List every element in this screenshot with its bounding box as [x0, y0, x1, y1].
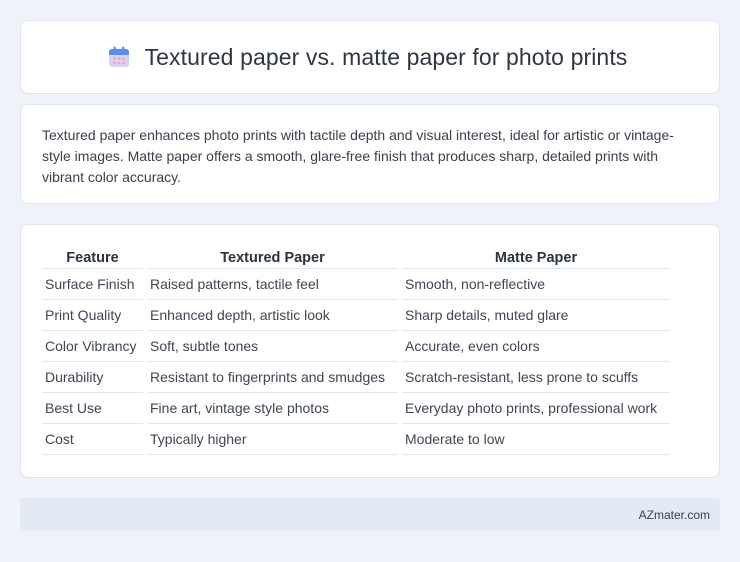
- textured-cell: Enhanced depth, artistic look: [147, 300, 398, 331]
- comparison-table: Feature Textured Paper Matte Paper Surfa…: [38, 245, 674, 455]
- textured-cell: Soft, subtle tones: [147, 331, 398, 362]
- table-row: Cost Typically higher Moderate to low: [42, 424, 670, 455]
- summary-text: Textured paper enhances photo prints wit…: [42, 127, 674, 185]
- matte-cell: Moderate to low: [402, 424, 670, 455]
- textured-cell: Fine art, vintage style photos: [147, 393, 398, 424]
- feature-cell: Color Vibrancy: [42, 331, 143, 362]
- matte-cell: Scratch-resistant, less prone to scuffs: [402, 362, 670, 393]
- matte-cell: Smooth, non-reflective: [402, 269, 670, 300]
- feature-cell: Cost: [42, 424, 143, 455]
- table-row: Best Use Fine art, vintage style photos …: [42, 393, 670, 424]
- table-header-row: Feature Textured Paper Matte Paper: [42, 245, 670, 269]
- calendar-icon: [107, 45, 131, 69]
- textured-cell: Resistant to fingerprints and smudges: [147, 362, 398, 393]
- feature-cell: Surface Finish: [42, 269, 143, 300]
- header-textured-paper: Textured Paper: [147, 245, 398, 269]
- footer-site-name[interactable]: AZmater.com: [639, 508, 710, 522]
- matte-cell: Everyday photo prints, professional work: [402, 393, 670, 424]
- matte-cell: Sharp details, muted glare: [402, 300, 670, 331]
- textured-cell: Typically higher: [147, 424, 398, 455]
- textured-cell: Raised patterns, tactile feel: [147, 269, 398, 300]
- table-row: Durability Resistant to fingerprints and…: [42, 362, 670, 393]
- header-matte-paper: Matte Paper: [402, 245, 670, 269]
- page-title: Textured paper vs. matte paper for photo…: [144, 43, 628, 70]
- table-row: Surface Finish Raised patterns, tactile …: [42, 269, 670, 300]
- feature-cell: Best Use: [42, 393, 143, 424]
- title-row: Textured paper vs. matte paper for photo…: [107, 44, 628, 71]
- feature-cell: Durability: [42, 362, 143, 393]
- summary-card: Textured paper enhances photo prints wit…: [20, 104, 720, 204]
- header-feature: Feature: [42, 245, 143, 269]
- footer-bar: AZmater.com: [20, 498, 720, 531]
- table-row: Color Vibrancy Soft, subtle tones Accura…: [42, 331, 670, 362]
- feature-cell: Print Quality: [42, 300, 143, 331]
- matte-cell: Accurate, even colors: [402, 331, 670, 362]
- table-row: Print Quality Enhanced depth, artistic l…: [42, 300, 670, 331]
- title-card: Textured paper vs. matte paper for photo…: [20, 20, 720, 94]
- comparison-card: Feature Textured Paper Matte Paper Surfa…: [20, 224, 720, 478]
